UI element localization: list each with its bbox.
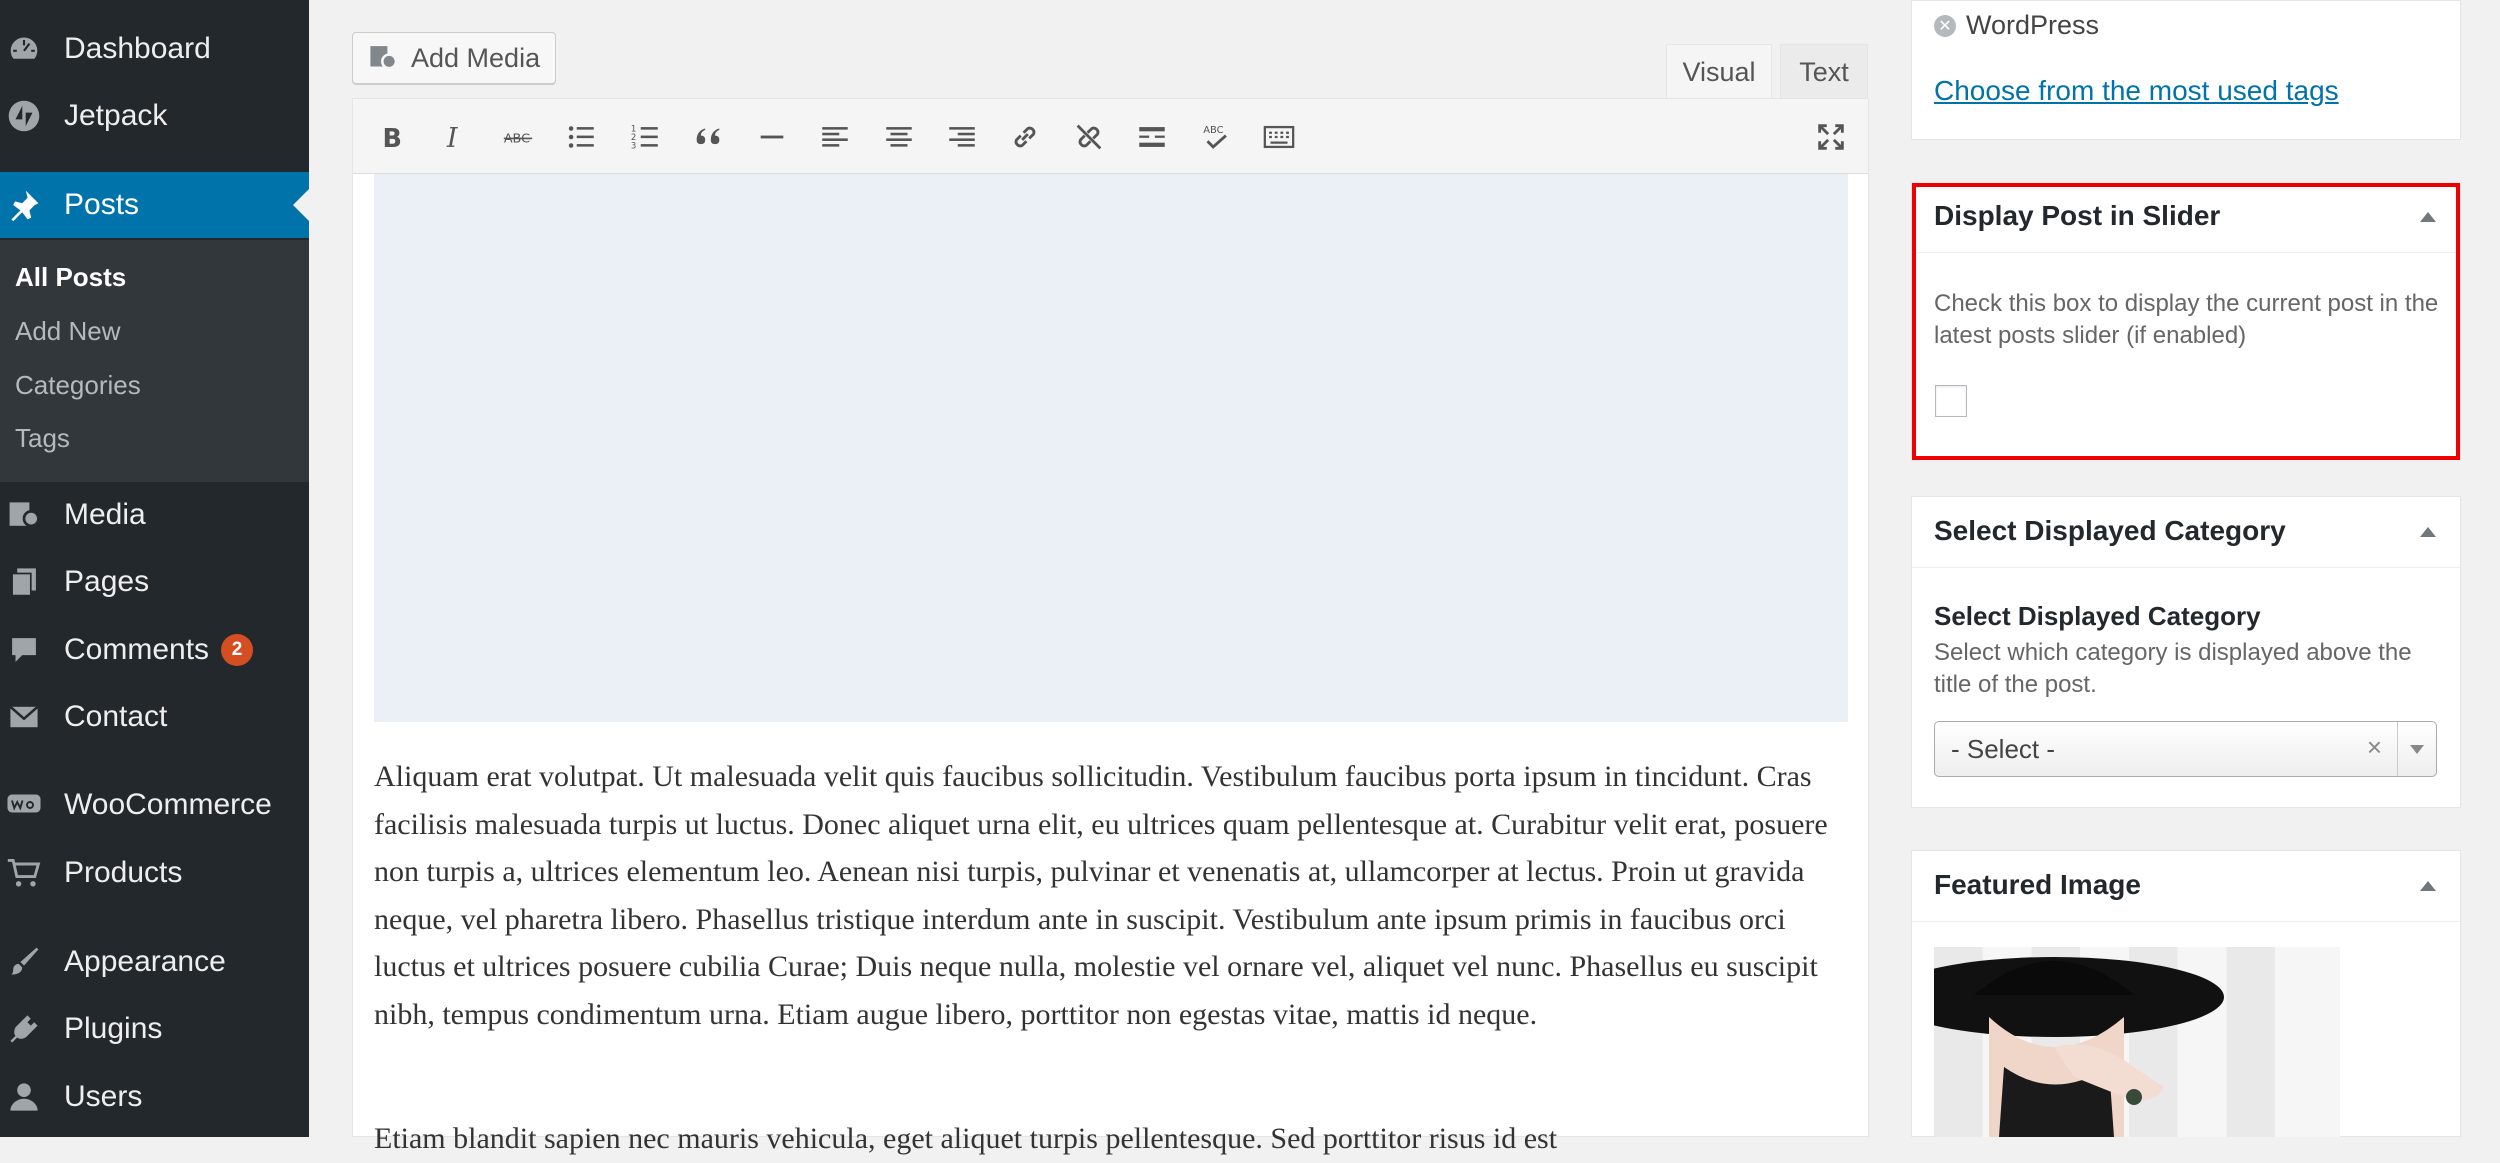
embedded-image-placeholder[interactable] <box>374 174 1848 722</box>
sidebar-item-posts[interactable]: Posts <box>0 172 309 238</box>
admin-sidebar: Dashboard Jetpack Posts All Posts Add Ne… <box>0 0 309 1137</box>
submenu-categories[interactable]: Categories <box>15 370 141 401</box>
comments-count-badge: 2 <box>221 634 254 666</box>
sidebar-item-dashboard[interactable]: Dashboard <box>0 16 309 82</box>
comments-icon <box>4 630 44 670</box>
remove-tag-icon[interactable]: ✕ <box>1934 14 1956 37</box>
sidebar-item-jetpack[interactable]: Jetpack <box>0 83 309 149</box>
align-right-icon[interactable] <box>940 115 984 159</box>
divider <box>2397 722 2398 776</box>
sidebar-item-label: Plugins <box>64 1012 163 1045</box>
add-media-button[interactable]: Add Media <box>352 32 556 84</box>
user-icon <box>4 1077 44 1117</box>
bullet-list-icon[interactable] <box>559 115 603 159</box>
italic-icon[interactable]: I <box>432 115 476 159</box>
collapse-toggle-icon[interactable] <box>2420 527 2436 537</box>
media-icon <box>367 41 401 75</box>
person-in-hat-image <box>1934 957 2224 1137</box>
field-description: Select which category is displayed above… <box>1934 639 2412 698</box>
clear-selection-icon[interactable]: × <box>2367 732 2382 763</box>
bold-icon[interactable]: B <box>369 115 413 159</box>
display-post-in-slider-box: Display Post in Slider Check this box to… <box>1911 183 2461 460</box>
cart-icon <box>4 853 44 893</box>
sidebar-item-label: Media <box>64 498 146 531</box>
align-center-icon[interactable] <box>877 115 921 159</box>
sidebar-item-label: WooCommerce <box>64 788 272 821</box>
pin-icon <box>4 185 44 225</box>
sidebar-item-users[interactable]: Users <box>0 1064 309 1130</box>
read-more-icon[interactable] <box>1130 115 1174 159</box>
sidebar-item-label: Contact <box>64 700 168 733</box>
tag-label: WordPress <box>1966 10 2100 40</box>
featured-image-thumbnail[interactable] <box>1934 947 2340 1137</box>
box-title: Featured Image <box>1934 869 2141 900</box>
svg-text:3: 3 <box>631 141 636 151</box>
sidebar-item-label: Appearance <box>64 945 226 978</box>
sidebar-item-label: Posts <box>64 188 140 221</box>
post-body-paragraph[interactable]: Etiam blandit sapien nec mauris vehicula… <box>374 1115 1848 1163</box>
spellcheck-icon[interactable]: ABC <box>1194 115 1238 159</box>
sidebar-item-comments[interactable]: Comments 2 <box>0 617 309 683</box>
editor-toolbar: B I ABC 123 ABC <box>353 99 1868 174</box>
svg-text:B: B <box>383 124 402 154</box>
blockquote-icon[interactable] <box>686 115 730 159</box>
sidebar-item-label: Products <box>64 856 183 889</box>
fullscreen-icon[interactable] <box>1809 115 1853 159</box>
strikethrough-icon[interactable]: ABC <box>496 115 540 159</box>
sidebar-item-media[interactable]: Media <box>0 482 309 548</box>
tab-text[interactable]: Text <box>1780 44 1868 100</box>
sidebar-item-pages[interactable]: Pages <box>0 549 309 615</box>
align-left-icon[interactable] <box>813 115 857 159</box>
dashboard-icon <box>4 29 44 69</box>
tab-visual[interactable]: Visual <box>1666 44 1772 100</box>
sidebar-item-products[interactable]: Products <box>0 840 309 906</box>
sidebar-item-label: Pages <box>64 565 150 598</box>
sidebar-item-label: Jetpack <box>64 99 168 132</box>
box-description: Check this box to display the current po… <box>1934 290 2439 349</box>
sidebar-item-label: Users <box>64 1080 143 1113</box>
pages-icon <box>4 562 44 602</box>
posts-submenu: All Posts Add New Categories Tags <box>0 240 309 482</box>
sidebar-item-woocommerce[interactable]: WooCommerce <box>0 772 309 838</box>
divider <box>1912 921 2460 922</box>
unlink-icon[interactable] <box>1067 115 1111 159</box>
woocommerce-icon <box>4 785 44 825</box>
divider <box>1912 252 2460 253</box>
submenu-add-new[interactable]: Add New <box>15 316 121 347</box>
sidebar-item-label: Comments <box>64 633 210 666</box>
mail-icon <box>4 697 44 737</box>
box-title: Select Displayed Category <box>1934 515 2286 546</box>
divider <box>1912 567 2460 568</box>
toolbar-toggle-icon[interactable] <box>1257 115 1301 159</box>
submenu-all-posts[interactable]: All Posts <box>15 262 126 293</box>
sidebar-item-contact[interactable]: Contact <box>0 684 309 750</box>
collapse-toggle-icon[interactable] <box>2420 881 2436 891</box>
svg-text:ABC: ABC <box>1203 125 1223 136</box>
sidebar-item-plugins[interactable]: Plugins <box>0 996 309 1062</box>
chevron-down-icon[interactable] <box>2410 745 2424 754</box>
tag-item: ✕ WordPress <box>1934 10 2099 41</box>
collapse-toggle-icon[interactable] <box>2420 212 2436 222</box>
category-select[interactable]: - Select - × <box>1934 721 2437 777</box>
plugin-icon <box>4 1009 44 1049</box>
link-icon[interactable] <box>1003 115 1047 159</box>
post-body-paragraph[interactable]: Aliquam erat volutpat. Ut malesuada veli… <box>374 753 1848 1038</box>
select-value: - Select - <box>1951 734 2056 764</box>
media-icon <box>4 495 44 535</box>
box-title: Display Post in Slider <box>1934 200 2221 231</box>
jetpack-icon <box>4 96 44 136</box>
numbered-list-icon[interactable]: 123 <box>623 115 667 159</box>
horizontal-rule-icon[interactable] <box>750 115 794 159</box>
display-in-slider-checkbox[interactable] <box>1935 385 1967 417</box>
svg-text:I: I <box>446 123 459 154</box>
sidebar-item-label: Dashboard <box>64 32 211 65</box>
choose-most-used-tags-link[interactable]: Choose from the most used tags <box>1934 75 2339 107</box>
paintbrush-icon <box>4 942 44 982</box>
field-label: Select Displayed Category <box>1934 601 2261 631</box>
sidebar-item-appearance[interactable]: Appearance <box>0 929 309 995</box>
submenu-tags[interactable]: Tags <box>15 423 70 454</box>
add-media-label: Add Media <box>411 42 541 73</box>
